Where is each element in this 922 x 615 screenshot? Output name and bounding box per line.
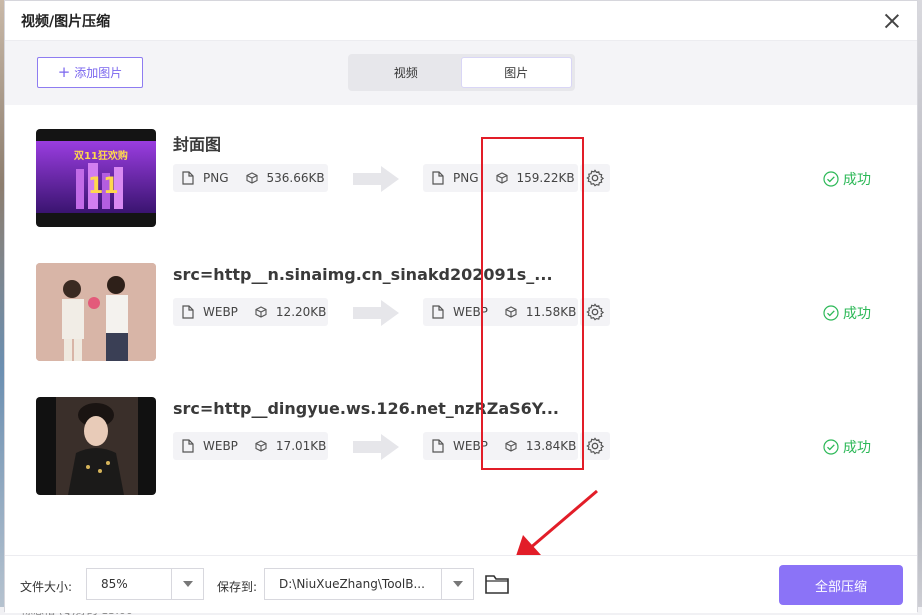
source-size: 17.01KB — [275, 439, 327, 453]
compress-dialog: 视频/图片压缩 + 添加图片 视频 图片 双11狂欢购 11 封面图 PNG 5… — [4, 0, 918, 613]
title-bar: 视频/图片压缩 — [5, 1, 917, 41]
file-icon — [431, 171, 445, 185]
file-size-label: 文件大小: — [20, 580, 73, 594]
check-circle-icon — [823, 305, 839, 321]
source-info: PNG 536.66KB — [173, 164, 328, 192]
output-format: WEBP — [453, 305, 488, 319]
status-text: 成功 — [843, 440, 871, 456]
cube-icon — [495, 171, 509, 185]
folder-icon[interactable] — [483, 570, 511, 598]
file-icon — [431, 439, 445, 453]
save-path-select[interactable]: D:\NiuXueZhang\ToolB... — [264, 568, 474, 600]
output-format: PNG — [453, 171, 479, 185]
file-icon — [181, 305, 195, 319]
source-size: 536.66KB — [266, 171, 325, 185]
arrow-right-icon — [353, 434, 399, 460]
file-thumbnail: 双11狂欢购 11 — [36, 129, 156, 227]
chevron-down-icon[interactable] — [441, 569, 473, 599]
output-size: 11.58KB — [525, 305, 577, 319]
cube-icon — [504, 439, 518, 453]
svg-text:11: 11 — [88, 174, 119, 199]
output-info: WEBP 13.84KB — [423, 432, 578, 460]
file-row: src=http__dingyue.ws.126.net_nzRZaS6Y...… — [5, 373, 917, 507]
source-size: 12.20KB — [275, 305, 327, 319]
plus-icon: + — [57, 63, 71, 81]
quality-value: 85% — [101, 577, 128, 591]
file-icon — [181, 171, 195, 185]
file-thumbnail — [36, 397, 156, 495]
source-format: WEBP — [203, 439, 238, 453]
footer-bar: 文件大小: 85% 保存到: D:\NiuXueZhang\ToolB... 全… — [5, 555, 917, 613]
file-row: src=http__n.sinaimg.cn_sinakd202091s_...… — [5, 239, 917, 373]
file-name: 封面图 — [173, 135, 222, 154]
save-to-label: 保存到: — [217, 580, 258, 594]
tab-image[interactable]: 图片 — [460, 57, 572, 88]
save-path-value: D:\NiuXueZhang\ToolB... — [279, 577, 425, 591]
output-size: 13.84KB — [525, 439, 577, 453]
output-format: WEBP — [453, 439, 488, 453]
gear-icon[interactable] — [580, 432, 610, 460]
cube-icon — [254, 439, 268, 453]
svg-text:双11狂欢购: 双11狂欢购 — [74, 149, 128, 162]
file-icon — [431, 305, 445, 319]
file-icon — [181, 439, 195, 453]
media-type-tabs: 视频 图片 — [348, 54, 575, 91]
tab-video[interactable]: 视频 — [351, 57, 461, 88]
gear-icon[interactable] — [580, 164, 610, 192]
file-name: src=http__n.sinaimg.cn_sinakd202091s_... — [173, 265, 553, 284]
add-image-label: 添加图片 — [74, 66, 123, 80]
source-format: PNG — [203, 171, 229, 185]
cube-icon — [254, 305, 268, 319]
file-row: 双11狂欢购 11 封面图 PNG 536.66KB PNG 159.22KB … — [5, 105, 917, 239]
source-format: WEBP — [203, 305, 238, 319]
output-info: WEBP 11.58KB — [423, 298, 578, 326]
cube-icon — [504, 305, 518, 319]
add-image-button[interactable]: + 添加图片 — [37, 57, 143, 88]
gear-icon[interactable] — [580, 298, 610, 326]
toolbar: + 添加图片 视频 图片 — [5, 41, 917, 105]
source-info: WEBP 17.01KB — [173, 432, 328, 460]
status-badge: 成功 — [823, 437, 871, 457]
file-name: src=http__dingyue.ws.126.net_nzRZaS6Y... — [173, 399, 559, 418]
status-badge: 成功 — [823, 303, 871, 323]
dialog-title: 视频/图片压缩 — [21, 13, 111, 30]
check-circle-icon — [823, 171, 839, 187]
close-icon[interactable] — [883, 12, 901, 30]
chevron-down-icon[interactable] — [171, 569, 203, 599]
quality-select[interactable]: 85% — [86, 568, 204, 600]
status-text: 成功 — [843, 172, 871, 188]
file-thumbnail — [36, 263, 156, 361]
output-info: PNG 159.22KB — [423, 164, 578, 192]
arrow-right-icon — [353, 166, 399, 192]
output-size: 159.22KB — [516, 171, 575, 185]
status-text: 成功 — [843, 306, 871, 322]
source-info: WEBP 12.20KB — [173, 298, 328, 326]
cube-icon — [245, 171, 259, 185]
arrow-right-icon — [353, 300, 399, 326]
check-circle-icon — [823, 439, 839, 455]
status-badge: 成功 — [823, 169, 871, 189]
compress-all-button[interactable]: 全部压缩 — [779, 565, 903, 605]
